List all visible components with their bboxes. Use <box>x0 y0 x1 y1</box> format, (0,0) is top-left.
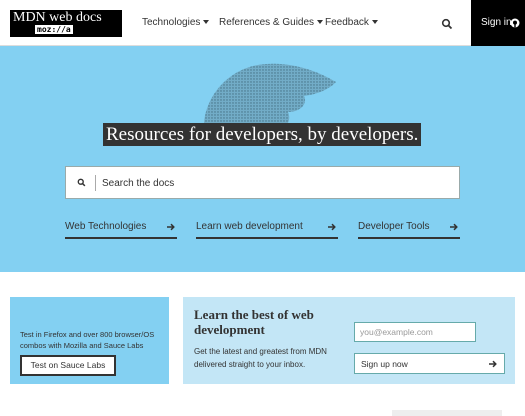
search-icon <box>441 18 453 30</box>
docs-search-box <box>65 166 460 199</box>
arrow-right-icon <box>328 223 336 231</box>
search-divider <box>95 175 96 191</box>
docs-search-input[interactable] <box>102 173 452 193</box>
header-search-button[interactable] <box>441 17 453 30</box>
hero-section: Resources for developers, by developers.… <box>0 46 525 272</box>
link-web-technologies[interactable]: Web Technologies <box>65 218 177 239</box>
hero-title: Resources for developers, by developers. <box>103 123 422 146</box>
mdn-logo[interactable]: MDN web docs moz://a <box>10 10 122 37</box>
sauce-labs-button[interactable]: Test on Sauce Labs <box>20 355 116 376</box>
link-learn-web-development[interactable]: Learn web development <box>196 218 338 239</box>
signin-label: Sign in <box>481 17 512 28</box>
logo-title: MDN web docs <box>13 10 102 25</box>
github-icon <box>510 18 520 28</box>
signup-button[interactable]: Sign up now <box>354 353 505 374</box>
signup-label: Sign up now <box>361 359 408 369</box>
link-developer-tools[interactable]: Developer Tools <box>358 218 460 239</box>
arrow-right-icon <box>167 223 175 231</box>
logo-subtitle: moz://a <box>35 25 73 34</box>
search-icon[interactable] <box>77 178 86 187</box>
newsletter-body: Get the latest and greatest from MDN del… <box>194 347 327 369</box>
link-developer-tools-label: Developer Tools <box>358 221 430 232</box>
sauce-labs-promo: Test in Firefox and over 800 browser/OS … <box>10 297 169 384</box>
caret-down-icon <box>371 20 378 24</box>
nav-technologies-label: Technologies <box>142 17 201 28</box>
arrow-right-icon <box>450 223 458 231</box>
footer-edge <box>392 410 502 416</box>
nav-feedback[interactable]: Feedback <box>325 17 378 28</box>
newsletter-signup: Learn the best of web development Get th… <box>183 297 515 384</box>
link-learn-web-development-label: Learn web development <box>196 221 303 232</box>
nav-references-guides[interactable]: References & Guides <box>219 17 324 28</box>
email-field[interactable] <box>354 322 476 342</box>
nav-technologies[interactable]: Technologies <box>142 17 210 28</box>
site-header: MDN web docs moz://a Technologies Refere… <box>0 0 525 46</box>
newsletter-title: Learn the best of web development <box>194 307 314 337</box>
arrow-right-icon <box>489 360 497 368</box>
caret-down-icon <box>317 20 324 24</box>
nav-references-guides-label: References & Guides <box>219 17 315 28</box>
promo-text: Test in Firefox and over 800 browser/OS … <box>20 330 155 350</box>
link-web-technologies-label: Web Technologies <box>65 221 147 232</box>
nav-feedback-label: Feedback <box>325 17 369 28</box>
caret-down-icon <box>203 20 210 24</box>
signin-button[interactable]: Sign in <box>471 0 525 46</box>
